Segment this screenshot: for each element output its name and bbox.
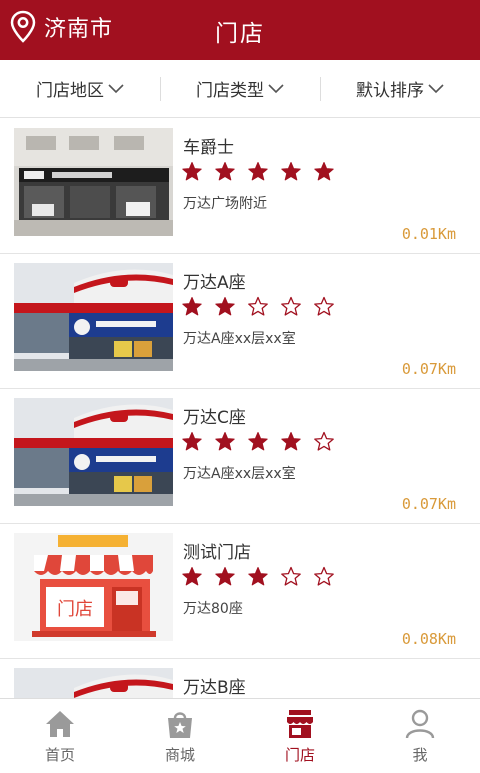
- star-filled-icon: [182, 567, 202, 586]
- store-distance: 0.01Km: [401, 225, 456, 243]
- store-address: 万达A座xx层xx室: [183, 331, 296, 347]
- store-list: 车爵士 万达广场附近 0.01Km 万达A座 万达A座xx层xx室 0.07Km…: [0, 119, 480, 698]
- store-row[interactable]: 万达C座 万达A座xx层xx室 0.07Km: [0, 389, 480, 524]
- star-empty-icon: [281, 296, 301, 316]
- store-address: 万达广场附近: [183, 196, 267, 212]
- star-filled-icon: [182, 432, 202, 451]
- star-filled-icon: [248, 162, 268, 181]
- rating-stars: [181, 566, 346, 587]
- filter-region-label: 门店地区: [36, 81, 104, 101]
- tab-me[interactable]: 我: [360, 699, 480, 773]
- filter-type-label: 门店类型: [196, 81, 264, 101]
- star-filled-icon: [215, 162, 235, 181]
- tab-me-label: 我: [412, 746, 428, 764]
- star-empty-icon: [248, 296, 268, 316]
- page-title: 门店: [215, 21, 265, 47]
- store-photo: [14, 263, 173, 371]
- star-empty-icon: [314, 296, 334, 316]
- store-row[interactable]: 车爵士 万达广场附近 0.01Km: [0, 119, 480, 254]
- bottom-tab-bar: 首页 商城 门店 我: [0, 698, 480, 773]
- filter-sort-label: 默认排序: [356, 81, 424, 101]
- store-photo: [14, 398, 173, 506]
- star-filled-icon: [182, 162, 202, 181]
- shopping-bag-icon: [168, 712, 192, 738]
- top-header: 济南市 门店: [0, 0, 480, 60]
- tab-store-label: 门店: [284, 746, 315, 764]
- store-name: 万达A座: [183, 273, 246, 293]
- chevron-down-icon: [268, 83, 284, 93]
- store-name: 测试门店: [183, 543, 251, 563]
- tab-home[interactable]: 首页: [0, 699, 120, 773]
- store-distance: 0.07Km: [401, 495, 456, 513]
- user-icon: [405, 709, 435, 739]
- chevron-down-icon: [428, 83, 444, 93]
- filter-region[interactable]: 门店地区: [0, 60, 160, 117]
- thumb-sign-text: 门店: [57, 599, 93, 620]
- store-name: 车爵士: [183, 138, 234, 158]
- rating-stars: [181, 431, 346, 452]
- star-empty-icon: [314, 431, 334, 451]
- star-empty-icon: [281, 566, 301, 586]
- star-filled-icon: [281, 432, 301, 451]
- tab-mall-label: 商城: [164, 746, 195, 764]
- chevron-down-icon: [108, 83, 124, 93]
- star-filled-icon: [314, 162, 334, 181]
- rating-stars: [181, 296, 346, 317]
- tab-mall[interactable]: 商城: [120, 699, 240, 773]
- filter-bar: 门店地区 门店类型 默认排序: [0, 60, 480, 118]
- store-name: 万达C座: [183, 408, 246, 428]
- store-photo: [14, 668, 173, 698]
- store-photo: 门店: [14, 533, 173, 641]
- store-icon: [287, 710, 313, 738]
- store-distance: 0.07Km: [401, 360, 456, 378]
- store-row[interactable]: 万达A座 万达A座xx层xx室 0.07Km: [0, 254, 480, 389]
- star-filled-icon: [248, 567, 268, 586]
- store-name: 万达B座: [183, 678, 246, 698]
- tab-store[interactable]: 门店: [240, 699, 360, 773]
- store-address: 万达A座xx层xx室: [183, 466, 296, 482]
- rating-stars: [181, 161, 346, 182]
- star-filled-icon: [215, 297, 235, 316]
- star-empty-icon: [314, 566, 334, 586]
- filter-sort[interactable]: 默认排序: [320, 60, 480, 117]
- star-filled-icon: [215, 567, 235, 586]
- star-filled-icon: [248, 432, 268, 451]
- star-filled-icon: [281, 162, 301, 181]
- star-filled-icon: [182, 297, 202, 316]
- star-filled-icon: [215, 432, 235, 451]
- store-address: 万达80座: [183, 601, 243, 617]
- filter-type[interactable]: 门店类型: [160, 60, 320, 117]
- home-icon: [46, 711, 74, 737]
- tab-home-label: 首页: [44, 746, 75, 764]
- store-distance: 0.08Km: [401, 630, 456, 648]
- store-photo: [14, 128, 173, 236]
- store-row[interactable]: 门店 测试门店 万达80座 0.08Km: [0, 524, 480, 659]
- store-row[interactable]: 万达B座: [0, 659, 480, 698]
